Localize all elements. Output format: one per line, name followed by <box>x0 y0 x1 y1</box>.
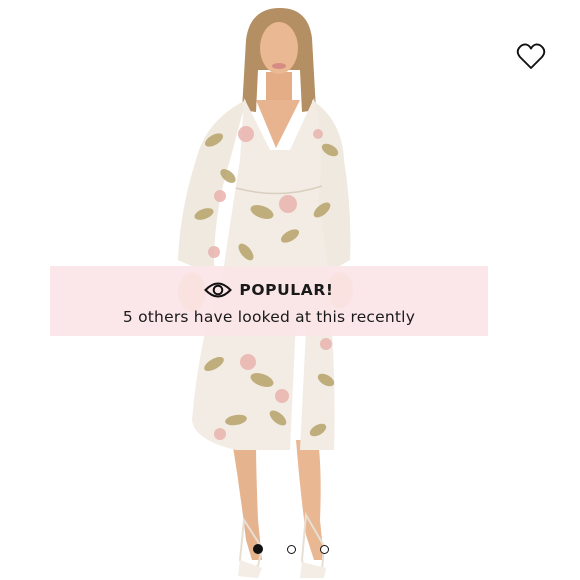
eye-icon <box>204 282 233 297</box>
wishlist-button[interactable] <box>512 38 550 74</box>
popular-banner-title: POPULAR! <box>239 280 334 299</box>
carousel-dot-2[interactable] <box>287 544 296 554</box>
popular-banner: POPULAR! 5 others have looked at this re… <box>50 266 488 336</box>
carousel-pagination <box>0 541 580 557</box>
popular-banner-message: 5 others have looked at this recently <box>122 307 416 326</box>
product-image-viewer[interactable]: POPULAR! 5 others have looked at this re… <box>0 0 580 580</box>
carousel-dot-3[interactable] <box>320 544 329 554</box>
popular-banner-header: POPULAR! <box>204 277 333 303</box>
carousel-dot-1[interactable] <box>253 544 263 554</box>
heart-outline-icon <box>516 42 546 69</box>
